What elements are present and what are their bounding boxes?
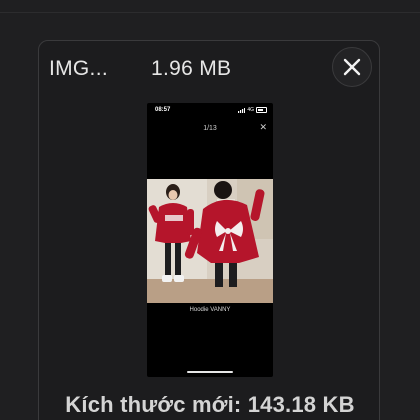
image-preview: 08:57 4G 1/13 ✕ Hoodie VANNY	[147, 103, 273, 377]
top-divider	[0, 12, 420, 13]
hoodie-photo	[147, 179, 273, 303]
file-preview-card: IMG... 1.96 MB 08:57 4G 1/13 ✕ Hoodie VA…	[38, 40, 380, 420]
file-size: 1.96 MB	[151, 57, 232, 80]
close-button[interactable]	[332, 47, 372, 87]
dialog-screen: IMG... 1.96 MB 08:57 4G 1/13 ✕ Hoodie VA…	[0, 0, 420, 420]
photo-caption: Hoodie VANNY	[189, 307, 231, 313]
close-icon	[343, 58, 361, 76]
home-indicator	[187, 371, 233, 373]
viewer-close-icon: ✕	[259, 122, 267, 132]
signal-icon	[238, 107, 246, 113]
status-time: 08:57	[155, 107, 171, 113]
page-indicator: 1/13	[203, 125, 217, 132]
new-size-label: Kích thước mới: 143.18 KB	[65, 392, 355, 417]
product-photo	[147, 179, 273, 303]
battery-icon	[256, 107, 267, 113]
network-label: 4G	[247, 107, 254, 113]
status-icons: 4G	[238, 107, 267, 113]
file-name: IMG...	[49, 57, 108, 80]
